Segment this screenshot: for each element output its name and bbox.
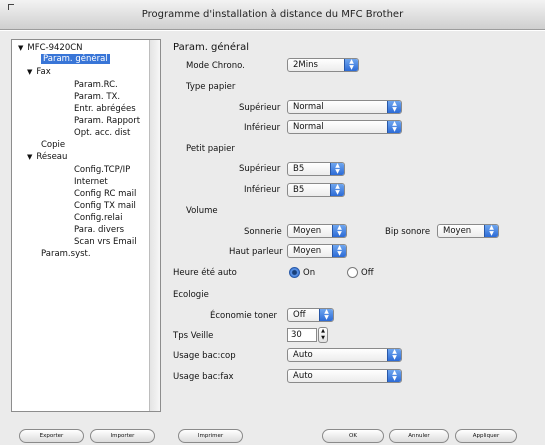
usage-bac-fax-popup[interactable]: Auto ▲ ▼ (287, 369, 402, 383)
popup-arrows-icon: ▲ ▼ (319, 309, 333, 321)
tree-item-config-tx-mail[interactable]: Config TX mail (74, 201, 136, 212)
tree-item-entr-abregees[interactable]: Entr. abrégées (74, 104, 136, 115)
heure-ete-off-label[interactable]: Off (361, 268, 374, 278)
mode-chrono-popup[interactable]: 2Mins ▲ ▼ (287, 58, 359, 72)
bip-sonore-label: Bip sonore (385, 227, 431, 237)
tree-item-scan-vrs-email[interactable]: Scan vrs Email (74, 237, 137, 248)
tps-veille-stepper[interactable]: ▲ ▼ (318, 327, 328, 343)
popup-arrows-icon: ▲ ▼ (330, 184, 344, 196)
haut-parleur-popup[interactable]: Moyen ▲ ▼ (287, 244, 347, 258)
popup-arrows-icon: ▲ ▼ (387, 370, 401, 382)
tree-item-param-tx[interactable]: Param. TX. (74, 92, 120, 103)
tree-item-config-rc-mail[interactable]: Config RC mail (74, 189, 136, 200)
sonnerie-popup[interactable]: Moyen ▲ ▼ (287, 224, 347, 238)
tree-item-mfc-9420cn[interactable]: ▼ MFC-9420CN (18, 43, 83, 54)
section-title: Param. général (173, 42, 250, 53)
tree-item-opt-acc-dist[interactable]: Opt. acc. dist (74, 128, 130, 139)
disclosure-down-icon[interactable]: ▼ (27, 153, 32, 161)
heure-ete-label: Heure été auto (173, 268, 237, 278)
bip-sonore-popup[interactable]: Moyen ▲ ▼ (437, 224, 499, 238)
tps-veille-label: Tps Veille (173, 331, 214, 341)
appliquer-button[interactable]: Appliquer (455, 429, 517, 443)
tree-item-copie[interactable]: Copie (41, 140, 65, 151)
annuler-button[interactable]: Annuler (389, 429, 449, 443)
economie-toner-label: Économie toner (210, 311, 278, 321)
imprimer-button[interactable]: Imprimer (178, 429, 243, 443)
economie-toner-popup[interactable]: Off ▲ ▼ (287, 308, 334, 322)
tree-item-fax[interactable]: ▼ Fax (27, 67, 51, 78)
heure-ete-off-radio[interactable] (347, 267, 358, 278)
petit-papier-superieur-popup[interactable]: B5 ▲ ▼ (287, 162, 345, 176)
disclosure-down-icon[interactable]: ▼ (18, 44, 23, 52)
popup-arrows-icon: ▲ ▼ (387, 349, 401, 361)
type-papier-label: Type papier (186, 82, 236, 92)
sonnerie-label: Sonnerie (244, 227, 282, 237)
title-bar: Programme d'installation à distance du M… (0, 0, 545, 30)
popup-arrows-icon: ▲ ▼ (332, 225, 346, 237)
usage-bac-fax-label: Usage bac:fax (173, 372, 234, 382)
tree-item-param-syst[interactable]: Param.syst. (41, 249, 91, 260)
exporter-button[interactable]: Exporter (19, 429, 84, 443)
usage-bac-cop-popup[interactable]: Auto ▲ ▼ (287, 348, 402, 362)
mode-chrono-label: Mode Chrono. (186, 61, 245, 71)
tps-veille-field[interactable]: 30 (287, 328, 317, 342)
petit-papier-label: Petit papier (186, 144, 235, 154)
usage-bac-cop-label: Usage bac:cop (173, 351, 236, 361)
tree-scrollbar[interactable] (149, 40, 160, 411)
settings-tree[interactable]: ▼ MFC-9420CN Param. général ▼ Fax Param.RC… (11, 39, 161, 412)
volume-label: Volume (186, 206, 218, 216)
popup-arrows-icon: ▲ ▼ (387, 121, 401, 133)
petit-papier-inferieur-popup[interactable]: B5 ▲ ▼ (287, 183, 345, 197)
tree-item-param-rapport[interactable]: Param. Rapport (74, 116, 140, 127)
haut-parleur-label: Haut parleur (229, 247, 283, 257)
popup-arrows-icon: ▲ ▼ (344, 59, 358, 71)
ok-button[interactable]: OK (322, 429, 384, 443)
tree-item-internet[interactable]: Internet (74, 177, 108, 188)
type-papier-superieur-popup[interactable]: Normal ▲ ▼ (287, 100, 402, 114)
disclosure-down-icon[interactable]: ▼ (27, 68, 32, 76)
petit-papier-superieur-label: Supérieur (239, 164, 281, 174)
tree-item-config-relai[interactable]: Config.relai (74, 213, 122, 224)
petit-papier-inferieur-label: Inférieur (244, 185, 281, 195)
tree-item-param-rc[interactable]: Param.RC. (74, 80, 118, 91)
importer-button[interactable]: Importer (90, 429, 155, 443)
type-papier-superieur-label: Supérieur (239, 103, 281, 113)
type-papier-inferieur-popup[interactable]: Normal ▲ ▼ (287, 120, 402, 134)
type-papier-inferieur-label: Inférieur (244, 123, 281, 133)
popup-arrows-icon: ▲ ▼ (332, 245, 346, 257)
heure-ete-on-radio[interactable] (289, 267, 300, 278)
heure-ete-on-label[interactable]: On (303, 268, 315, 278)
popup-arrows-icon: ▲ ▼ (387, 101, 401, 113)
window-title: Programme d'installation à distance du M… (141, 9, 404, 20)
tree-item-param-general[interactable]: Param. général (41, 54, 110, 65)
tree-item-config-tcpip[interactable]: Config.TCP/IP (74, 165, 130, 176)
popup-arrows-icon: ▲ ▼ (484, 225, 498, 237)
tree-item-para-divers[interactable]: Para. divers (74, 225, 124, 236)
tree-item-reseau[interactable]: ▼ Réseau (27, 152, 67, 163)
ecologie-label: Ecologie (173, 290, 209, 300)
popup-arrows-icon: ▲ ▼ (330, 163, 344, 175)
